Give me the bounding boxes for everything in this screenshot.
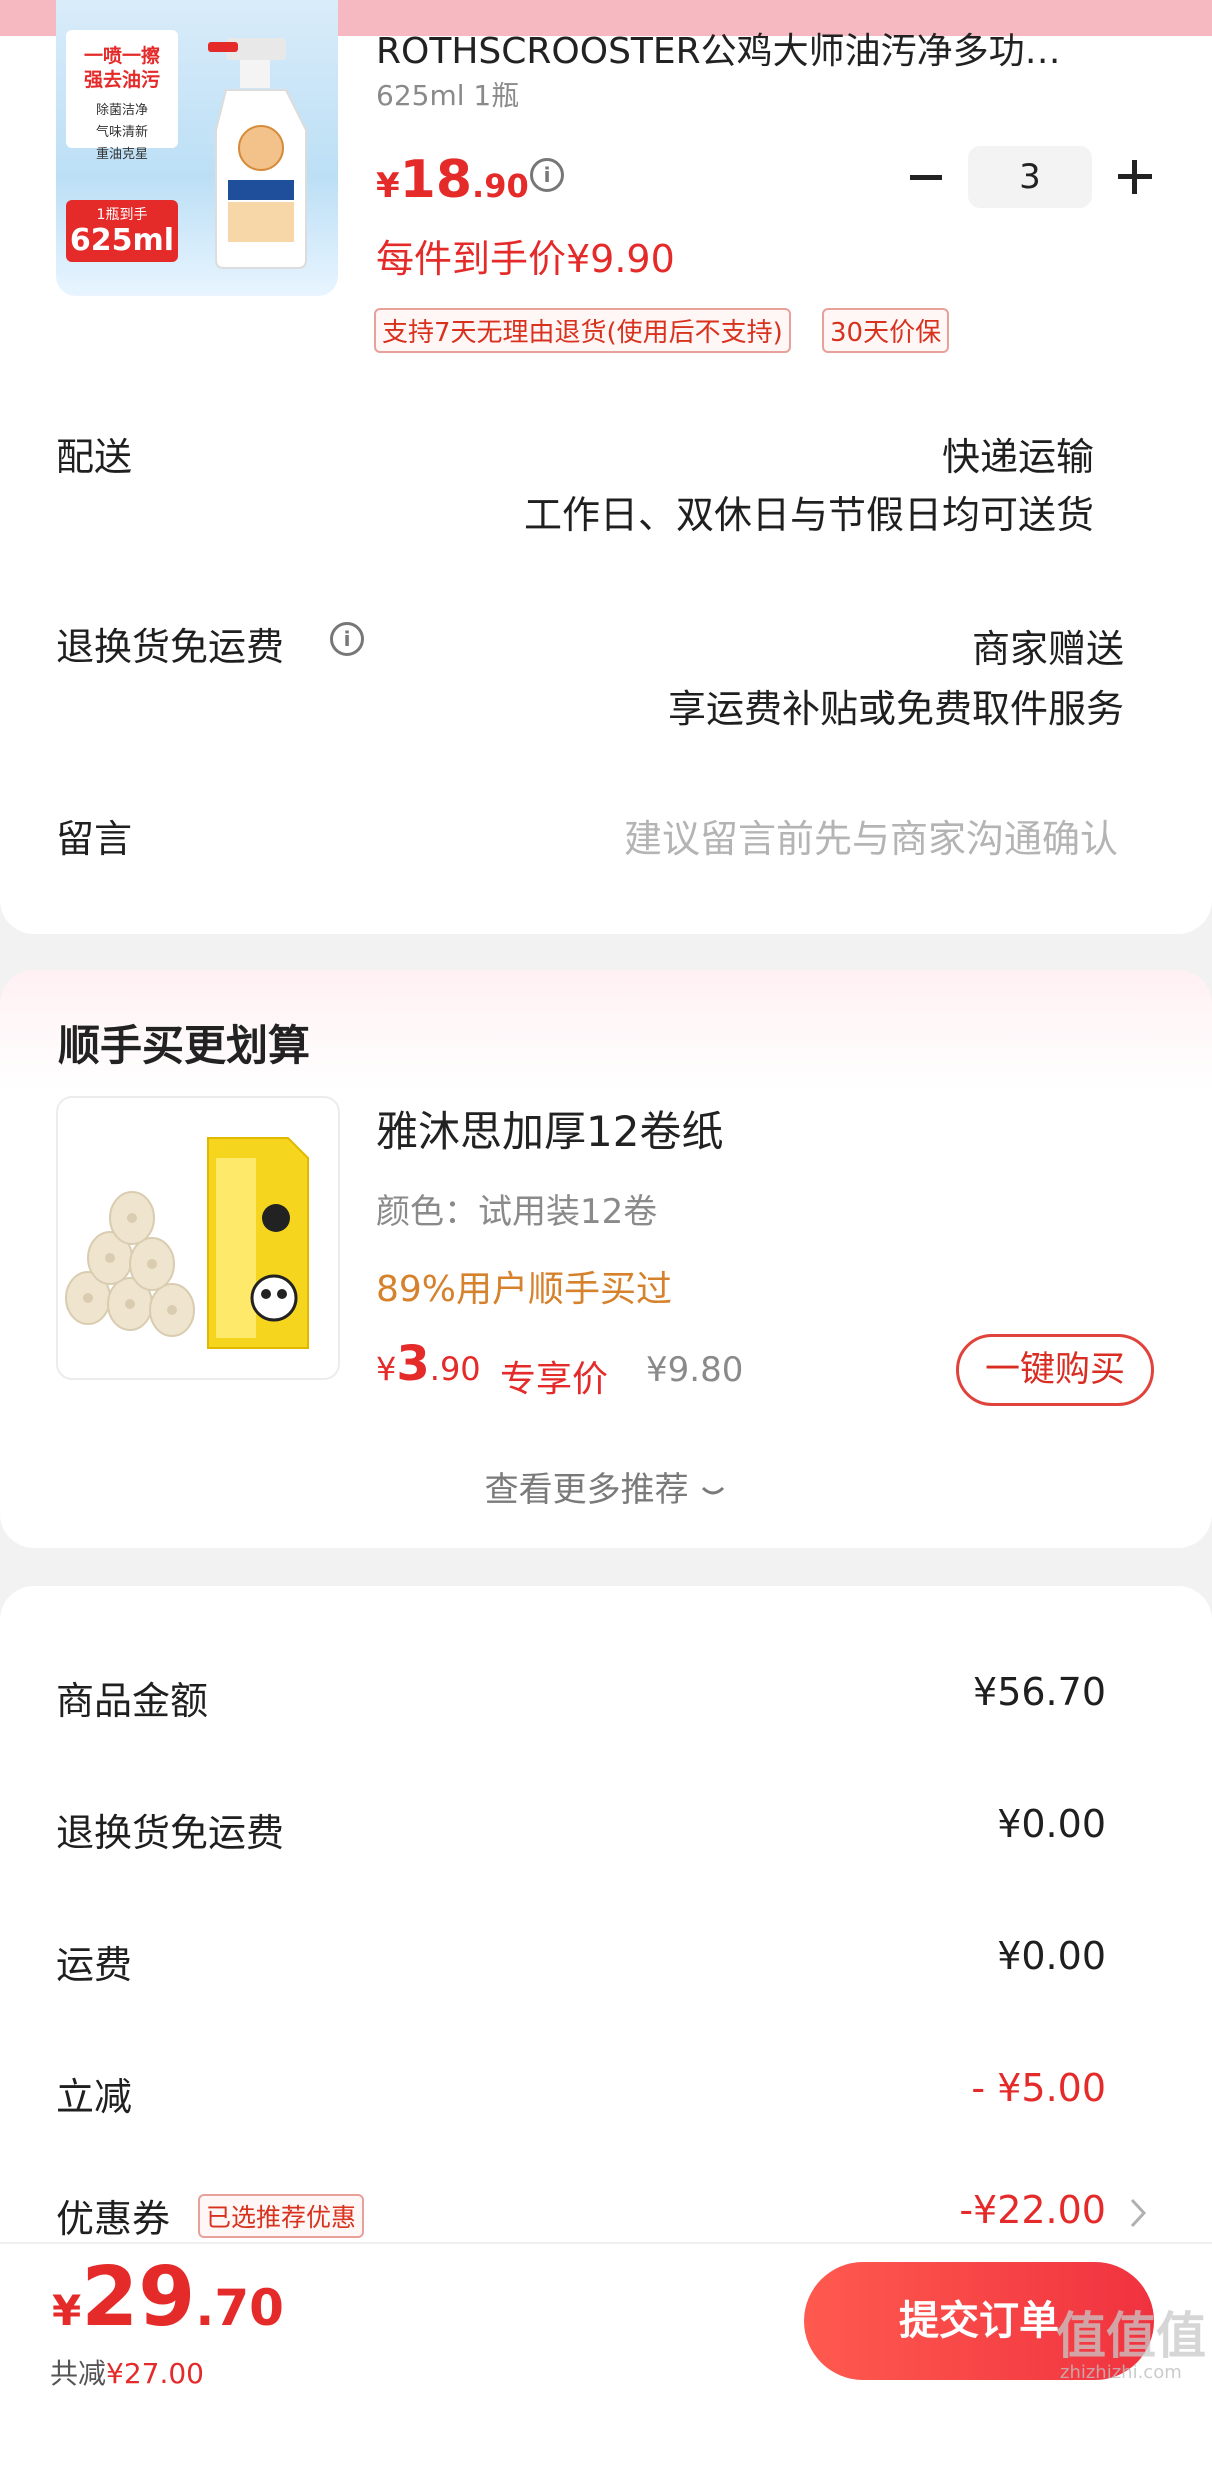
per-item-price: 每件到手价¥9.90: [376, 237, 675, 281]
summary-label-goods: 商品金额: [56, 1679, 209, 1723]
recommended-product-hint: 89%用户顺手买过: [376, 1269, 673, 1310]
total-saved: 共减¥27.00: [50, 2357, 204, 2390]
product-title[interactable]: ROTHSCROOSTER公鸡大师油汚净多功…: [376, 22, 1136, 74]
coupon-selected-tag: 已选推荐优惠: [198, 2194, 365, 2238]
see-more-recommendations[interactable]: 查看更多推荐: [0, 1462, 1212, 1511]
recommended-product-name[interactable]: 雅沐思加厚12卷纸: [376, 1098, 723, 1159]
summary-value-shipping: ¥0.00: [997, 1934, 1106, 1978]
return-shipping-detail: 享运费补贴或免费取件服务: [667, 687, 1124, 731]
one-click-buy-button[interactable]: 一键购买: [956, 1334, 1154, 1406]
return-shipping-info-icon[interactable]: i: [330, 622, 364, 656]
recommended-product-price: ¥3.90: [376, 1336, 481, 1392]
message-input[interactable]: 建议留言前先与商家沟通确认: [624, 808, 1118, 863]
product-spec: 625ml 1瓶: [376, 79, 520, 112]
quantity-minus-button[interactable]: [904, 156, 948, 200]
summary-value-return-shipping: ¥0.00: [997, 1802, 1106, 1846]
delivery-detail: 工作日、双休日与节假日均可送货: [523, 493, 1094, 537]
summary-value-discount: - ¥5.00: [971, 2066, 1106, 2110]
return-shipping-label: 退换货免运费: [56, 625, 285, 669]
tissue-rolls-icon: [65, 1137, 309, 1349]
product-image-badge: 一喷一擦 强去油污 除菌洁净 气味清新 重油克星: [66, 30, 178, 162]
delivery-method[interactable]: 快递运输: [942, 426, 1094, 481]
message-label: 留言: [56, 817, 133, 861]
return-shipping-value: 商家赠送: [971, 627, 1124, 671]
see-more-label: 查看更多推荐: [484, 1470, 689, 1510]
product-price: ¥18.90: [376, 150, 529, 210]
quantity-input[interactable]: 3: [968, 146, 1092, 208]
recommended-product-image[interactable]: [56, 1096, 340, 1380]
watermark-logo: 值值值: [1056, 2307, 1206, 2365]
delivery-label: 配送: [56, 435, 133, 479]
return-policy-tag: 支持7天无理由退货(使用后不支持): [374, 308, 791, 353]
product-image-size-tag: 1瓶到手 625ml: [66, 200, 178, 262]
summary-label-return-shipping: 退换货免运费: [56, 1811, 285, 1855]
watermark-domain: zhizhizhi.com: [1060, 2362, 1182, 2383]
product-image[interactable]: 一喷一擦 强去油污 除菌洁净 气味清新 重油克星 1瓶到手 625ml: [56, 0, 338, 296]
summary-label-coupon: 优惠券: [56, 2197, 171, 2241]
price-info-icon[interactable]: i: [530, 158, 564, 192]
summary-label-discount: 立减: [56, 2075, 133, 2119]
original-price: ¥9.80: [646, 1350, 744, 1390]
summary-value-goods: ¥56.70: [973, 1670, 1106, 1714]
summary-label-shipping: 运费: [56, 1943, 133, 1987]
total-price: ¥29.70: [52, 2250, 284, 2345]
summary-value-coupon[interactable]: -¥22.00: [959, 2188, 1106, 2232]
recommended-product-color: 颜色：试用装12卷: [376, 1192, 658, 1232]
quantity-plus-button[interactable]: [1112, 154, 1158, 200]
chevron-right-icon[interactable]: [1128, 2196, 1148, 2230]
spray-bottle-icon: [208, 38, 307, 269]
chevron-down-icon: [702, 1486, 725, 1494]
exclusive-price-label: 专享价: [500, 1359, 609, 1400]
recommendation-title: 顺手买更划算: [58, 1021, 311, 1070]
price-protection-tag: 30天价保: [822, 308, 950, 353]
